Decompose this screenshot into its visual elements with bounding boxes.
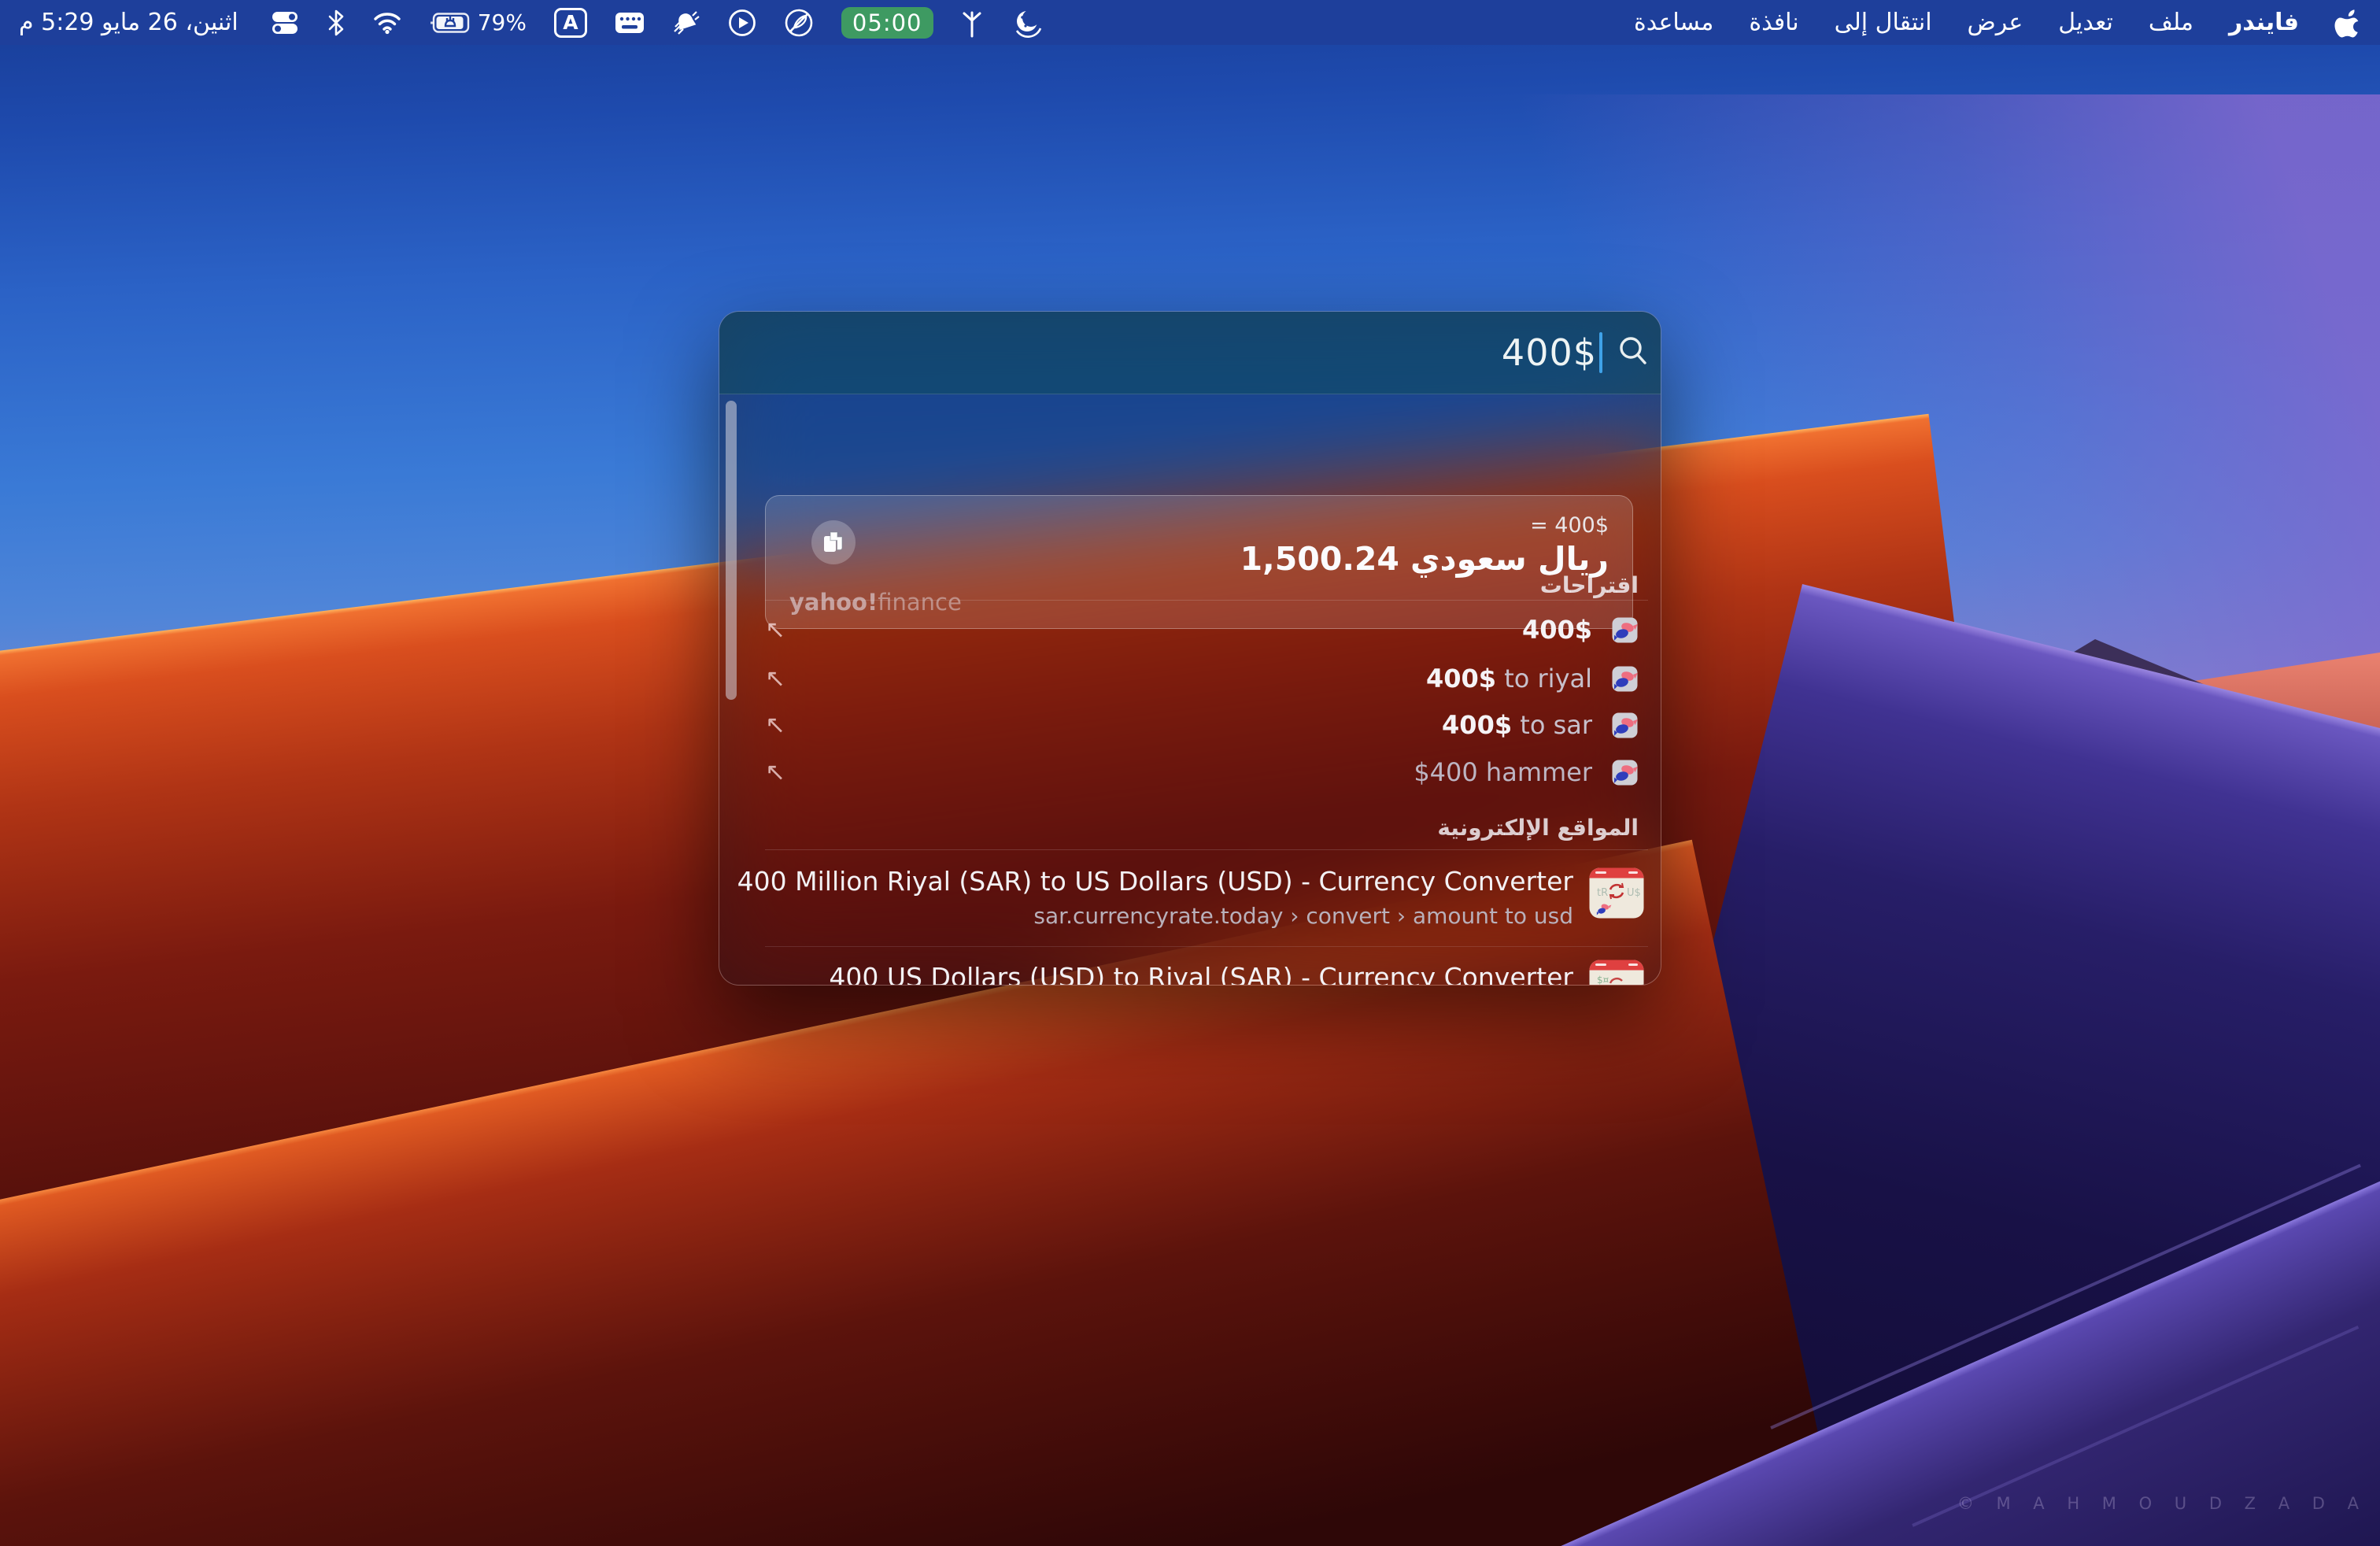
bluetooth-icon[interactable] bbox=[327, 6, 346, 40]
branch-icon[interactable] bbox=[961, 6, 983, 40]
insert-arrow-icon[interactable]: ↖ bbox=[765, 760, 785, 785]
menu-help[interactable]: مساعدة bbox=[1634, 9, 1713, 36]
menu-bar: اثنين، 26 مايو 5:29 م bbox=[0, 0, 2380, 45]
web-search-icon bbox=[1612, 760, 1638, 786]
battery-icon bbox=[429, 6, 470, 40]
suggestion-completion: to riyal bbox=[1496, 664, 1592, 693]
web-search-icon bbox=[1612, 617, 1638, 643]
battery-status[interactable]: 79% bbox=[429, 6, 527, 40]
converted-amount: 1,500.24 bbox=[1240, 540, 1399, 578]
menu-bar-status-cluster: اثنين، 26 مايو 5:29 م bbox=[19, 6, 1044, 40]
website-favicon: tR U$ bbox=[1589, 867, 1644, 922]
scrollbar[interactable] bbox=[726, 401, 737, 700]
input-source-icon[interactable]: A bbox=[554, 8, 587, 38]
suggestion-completion: to sar bbox=[1512, 710, 1592, 740]
svg-text:tR: tR bbox=[1597, 887, 1608, 899]
suggestion-row[interactable]: ↖ 400$ to sar bbox=[765, 701, 1638, 749]
text-cursor bbox=[1599, 332, 1602, 373]
website-favicon: $¤ bbox=[1589, 960, 1644, 986]
divider bbox=[765, 600, 1648, 601]
suggestion-query: 400$ bbox=[1522, 615, 1592, 645]
copy-icon[interactable] bbox=[811, 520, 856, 564]
wifi-icon[interactable] bbox=[373, 6, 401, 40]
website-title[interactable]: 400 Million Riyal (SAR) to US Dollars (U… bbox=[737, 867, 1573, 896]
play-icon[interactable] bbox=[728, 6, 756, 40]
insert-arrow-icon[interactable]: ↖ bbox=[765, 667, 785, 691]
suggestions-header: اقتراحات bbox=[1540, 572, 1639, 598]
menu-view[interactable]: عرض bbox=[1968, 9, 2023, 36]
menu-finder[interactable]: فايندر bbox=[2229, 9, 2299, 36]
search-input[interactable]: 400$ bbox=[1502, 331, 1597, 374]
suggestion-query: 400$ bbox=[1426, 664, 1496, 693]
menu-go[interactable]: انتقال إلى bbox=[1835, 9, 1932, 36]
apple-logo-icon[interactable] bbox=[2334, 6, 2360, 40]
timer-badge[interactable]: 05:00 bbox=[841, 7, 933, 39]
spotlight-window[interactable]: 400$ = 400$ 1,500.24 ريال سعودي ya bbox=[719, 311, 1661, 986]
conversion-source-value: = 400$ bbox=[1530, 513, 1609, 538]
menu-window[interactable]: نافذة bbox=[1749, 9, 1798, 36]
bell-icon[interactable] bbox=[672, 6, 700, 40]
battery-percent: 79% bbox=[478, 9, 527, 35]
wallpaper-watermark: © M A H M O U D Z A D A bbox=[1957, 1494, 2367, 1513]
spotlight-search-field[interactable]: 400$ bbox=[719, 312, 1661, 394]
menu-edit[interactable]: تعديل bbox=[2058, 9, 2113, 36]
clock[interactable]: اثنين، 26 مايو 5:29 م bbox=[19, 9, 238, 36]
insert-arrow-icon[interactable]: ↖ bbox=[765, 618, 785, 642]
web-search-icon bbox=[1612, 666, 1638, 692]
divider bbox=[765, 849, 1648, 850]
suggestion-query: 400$ bbox=[1442, 710, 1512, 740]
suggestion-row[interactable]: ↖ 400$ to riyal bbox=[765, 655, 1638, 702]
svg-text:U$: U$ bbox=[1627, 887, 1641, 899]
website-title[interactable]: 400 US Dollars (USD) to Riyal (SAR) - Cu… bbox=[829, 963, 1573, 986]
svg-text:$¤: $¤ bbox=[1597, 975, 1609, 986]
menu-bar-menus: فايندر ملف تعديل عرض انتقال إلى نافذة مس… bbox=[1634, 6, 2360, 40]
moon-icon[interactable] bbox=[1011, 6, 1044, 40]
rocket-blocked-icon[interactable] bbox=[784, 6, 814, 40]
spotlight-results: = 400$ 1,500.24 ريال سعودي yahoo!finance… bbox=[719, 394, 1661, 986]
menu-file[interactable]: ملف bbox=[2149, 9, 2193, 36]
search-icon bbox=[1617, 335, 1650, 371]
suggestion-completion: $400 hammer bbox=[1414, 757, 1592, 787]
website-url: sar.currencyrate.today › convert › amoun… bbox=[1033, 903, 1573, 929]
divider bbox=[765, 946, 1648, 947]
suggestion-row[interactable]: ↖ 400$ bbox=[765, 606, 1638, 653]
suggestion-row[interactable]: ↖ $400 hammer bbox=[765, 749, 1638, 796]
control-center-icon[interactable] bbox=[271, 6, 299, 40]
keyboard-icon[interactable] bbox=[615, 6, 645, 40]
insert-arrow-icon[interactable]: ↖ bbox=[765, 713, 785, 738]
web-search-icon bbox=[1612, 712, 1638, 738]
websites-header: المواقع الإلكترونية bbox=[1437, 815, 1639, 841]
